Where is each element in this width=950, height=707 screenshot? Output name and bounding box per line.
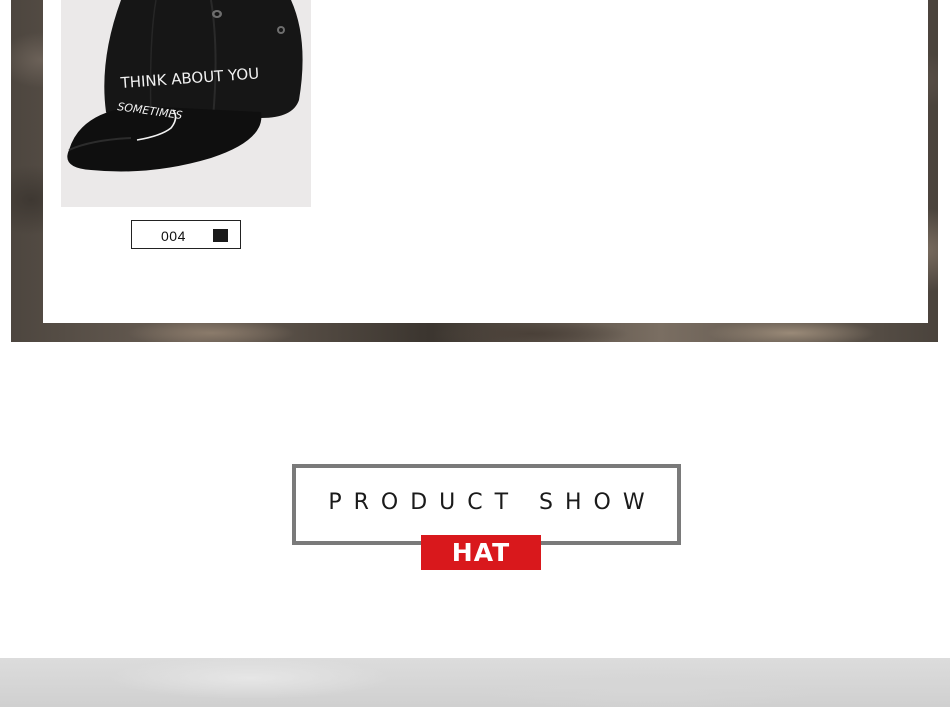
section-title: PRODUCT SHOW — [328, 490, 657, 515]
color-chip — [213, 229, 228, 242]
next-section-banner — [0, 658, 950, 707]
color-code-label: 004 — [161, 228, 186, 244]
color-option-swatch[interactable]: 004 — [131, 220, 241, 249]
category-tag: HAT — [421, 535, 541, 570]
product-detail-page: THINK ABOUT YOU SOMETIMES 004 PRODUCT SH… — [0, 0, 950, 707]
hat-product-image[interactable]: THINK ABOUT YOU SOMETIMES — [61, 0, 311, 207]
section-heading-frame: PRODUCT SHOW — [292, 464, 681, 545]
cap-illustration: THINK ABOUT YOU SOMETIMES — [61, 0, 311, 207]
